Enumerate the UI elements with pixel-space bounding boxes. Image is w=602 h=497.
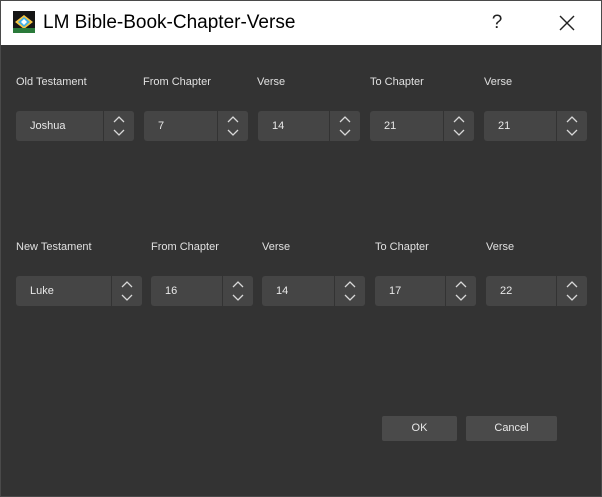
spin-down-button[interactable] — [557, 126, 587, 141]
app-logo-icon — [13, 11, 35, 33]
nt-from-chapter-spinbox[interactable]: 16 — [151, 276, 253, 306]
chevron-up-icon — [227, 116, 239, 123]
spin-up-button[interactable] — [335, 276, 365, 291]
ok-button[interactable]: OK — [382, 416, 457, 441]
ot-from-chapter-label: From Chapter — [143, 76, 211, 88]
nt-from-verse-spinbox[interactable]: 14 — [262, 276, 365, 306]
spin-up-button[interactable] — [330, 111, 360, 126]
dialog-window: LM Bible-Book-Chapter-Verse ? Old Testam… — [0, 0, 602, 497]
spin-buttons — [443, 111, 474, 141]
chevron-up-icon — [113, 116, 125, 123]
spin-buttons — [329, 111, 360, 141]
nt-to-chapter-label: To Chapter — [375, 241, 429, 253]
ot-to-verse-spinbox[interactable]: 21 — [484, 111, 587, 141]
chevron-up-icon — [566, 281, 578, 288]
chevron-down-icon — [455, 294, 467, 301]
nt-to-verse-label: Verse — [486, 241, 515, 253]
chevron-up-icon — [344, 281, 356, 288]
spin-buttons — [217, 111, 248, 141]
chevron-down-icon — [566, 129, 578, 136]
ot-to-verse-value[interactable]: 21 — [484, 111, 510, 141]
ot-from-verse-label: Verse — [257, 76, 286, 88]
new-testament-label: New Testament — [16, 241, 92, 253]
spin-down-button[interactable] — [557, 291, 587, 306]
ot-to-verse-label: Verse — [484, 76, 513, 88]
title-bar[interactable]: LM Bible-Book-Chapter-Verse ? — [1, 1, 601, 45]
spin-buttons — [334, 276, 365, 306]
ot-from-chapter-value[interactable]: 7 — [144, 111, 164, 141]
chevron-down-icon — [566, 294, 578, 301]
nt-to-chapter-spinbox[interactable]: 17 — [375, 276, 476, 306]
chevron-down-icon — [344, 294, 356, 301]
spin-up-button[interactable] — [104, 111, 134, 126]
nt-book-spinbox[interactable]: Luke — [16, 276, 142, 306]
spin-buttons — [556, 276, 587, 306]
chevron-down-icon — [232, 294, 244, 301]
ot-to-chapter-label: To Chapter — [370, 76, 424, 88]
chevron-up-icon — [566, 116, 578, 123]
nt-to-chapter-value[interactable]: 17 — [375, 276, 401, 306]
spin-down-button[interactable] — [330, 126, 360, 141]
ot-to-chapter-spinbox[interactable]: 21 — [370, 111, 474, 141]
nt-from-verse-value[interactable]: 14 — [262, 276, 288, 306]
spin-buttons — [445, 276, 476, 306]
spin-up-button[interactable] — [446, 276, 476, 291]
spin-down-button[interactable] — [444, 126, 474, 141]
ot-book-value[interactable]: Joshua — [16, 111, 65, 141]
spin-down-button[interactable] — [112, 291, 142, 306]
close-button[interactable] — [549, 7, 585, 39]
cancel-button[interactable]: Cancel — [466, 416, 557, 441]
spin-down-button[interactable] — [104, 126, 134, 141]
ot-from-verse-spinbox[interactable]: 14 — [258, 111, 360, 141]
spin-buttons — [111, 276, 142, 306]
spin-up-button[interactable] — [557, 111, 587, 126]
spin-buttons — [103, 111, 134, 141]
chevron-up-icon — [453, 116, 465, 123]
spin-down-button[interactable] — [446, 291, 476, 306]
spin-up-button[interactable] — [218, 111, 248, 126]
close-icon — [559, 15, 575, 31]
chevron-down-icon — [339, 129, 351, 136]
nt-from-verse-label: Verse — [262, 241, 291, 253]
old-testament-label: Old Testament — [16, 76, 87, 88]
spin-buttons — [556, 111, 587, 141]
chevron-up-icon — [455, 281, 467, 288]
ot-book-spinbox[interactable]: Joshua — [16, 111, 134, 141]
nt-from-chapter-value[interactable]: 16 — [151, 276, 177, 306]
spin-up-button[interactable] — [444, 111, 474, 126]
chevron-down-icon — [121, 294, 133, 301]
chevron-up-icon — [339, 116, 351, 123]
spin-down-button[interactable] — [223, 291, 253, 306]
chevron-down-icon — [113, 129, 125, 136]
nt-from-chapter-label: From Chapter — [151, 241, 219, 253]
chevron-down-icon — [227, 129, 239, 136]
ot-from-chapter-spinbox[interactable]: 7 — [144, 111, 248, 141]
nt-to-verse-value[interactable]: 22 — [486, 276, 512, 306]
spin-down-button[interactable] — [335, 291, 365, 306]
spin-down-button[interactable] — [218, 126, 248, 141]
chevron-up-icon — [232, 281, 244, 288]
ot-to-chapter-value[interactable]: 21 — [370, 111, 396, 141]
ot-from-verse-value[interactable]: 14 — [258, 111, 284, 141]
nt-book-value[interactable]: Luke — [16, 276, 54, 306]
spin-buttons — [222, 276, 253, 306]
spin-up-button[interactable] — [112, 276, 142, 291]
help-button[interactable]: ? — [481, 7, 513, 39]
window-title: LM Bible-Book-Chapter-Verse — [43, 12, 296, 33]
spin-up-button[interactable] — [223, 276, 253, 291]
spin-up-button[interactable] — [557, 276, 587, 291]
nt-to-verse-spinbox[interactable]: 22 — [486, 276, 587, 306]
chevron-up-icon — [121, 281, 133, 288]
chevron-down-icon — [453, 129, 465, 136]
